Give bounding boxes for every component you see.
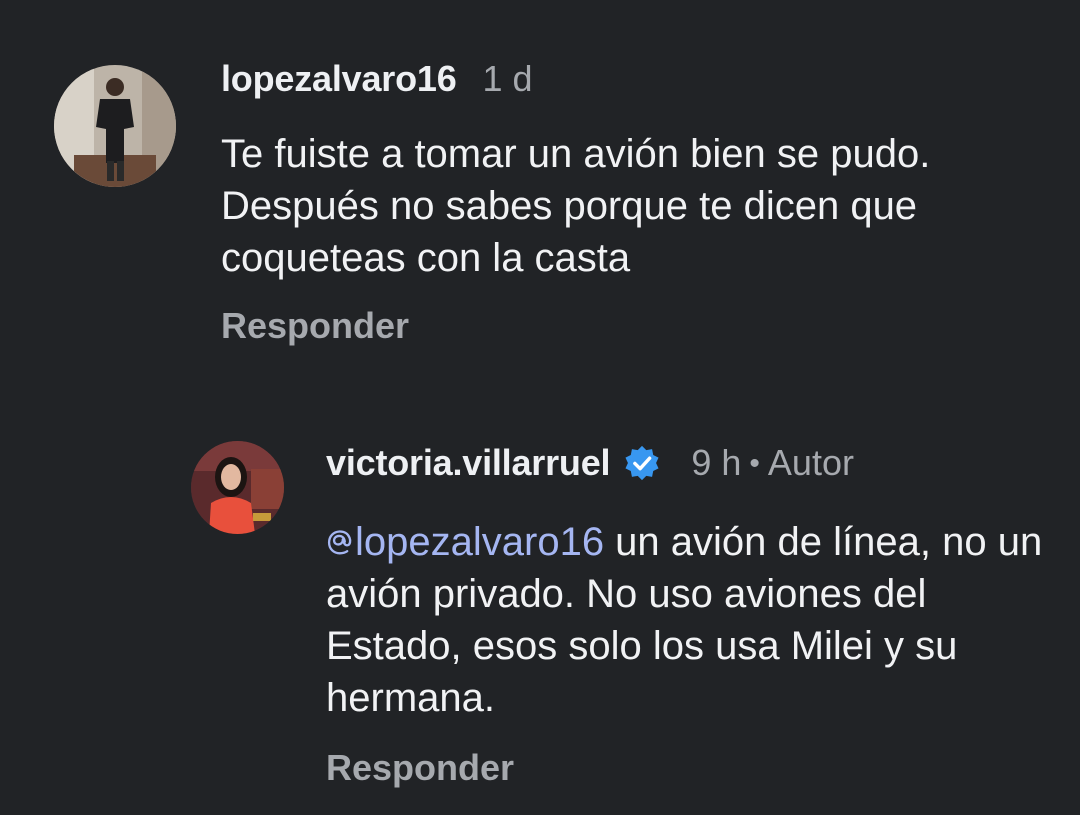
avatar[interactable] [54,65,176,187]
comment-text: lopezalvaro16 un avión de línea, no un a… [326,516,1046,724]
timestamp: 1 d [482,58,533,99]
comment-header: victoria.villarruel 9 h • Autor [326,437,854,484]
mention-link[interactable]: lopezalvaro16 [326,520,604,564]
reply-button[interactable]: Responder [221,305,409,347]
avatar-photo [54,65,176,187]
username[interactable]: victoria.villarruel [326,442,611,484]
timestamp: 9 h [691,442,742,483]
avatar-photo [191,441,284,534]
reply-button[interactable]: Responder [326,747,514,789]
verified-badge-icon [623,444,661,482]
avatar[interactable] [191,441,284,534]
comment-text: Te fuiste a tomar un avión bien se pudo.… [221,132,931,280]
username[interactable]: lopezalvaro16 [221,58,457,100]
comment-header: lopezalvaro16 1 d [221,58,533,100]
threads-at-icon [326,517,353,555]
mention-username: lopezalvaro16 [355,520,605,564]
author-badge: Autor [767,442,854,483]
separator-dot: • [749,447,760,480]
